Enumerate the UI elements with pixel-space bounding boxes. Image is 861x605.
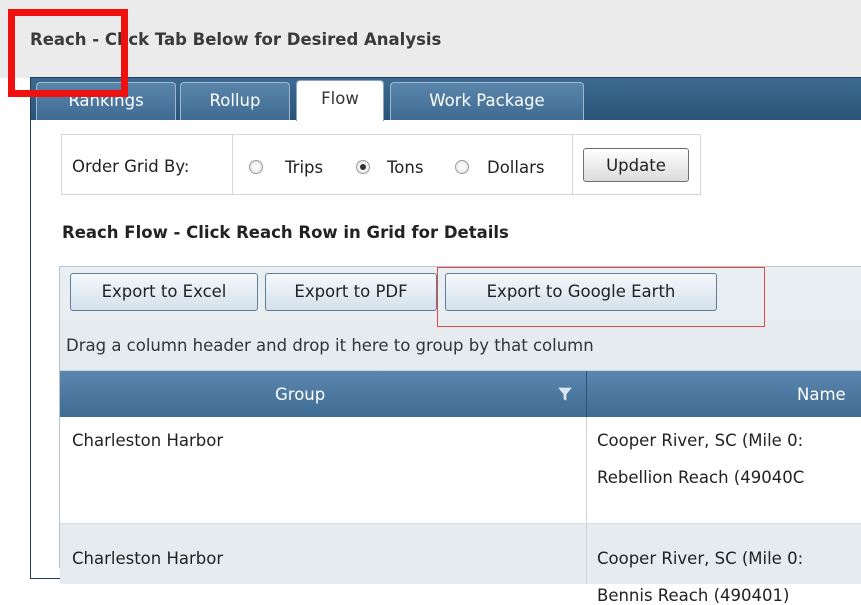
grid-header-row: [60, 371, 861, 417]
order-divider: [232, 134, 233, 194]
export-excel-button[interactable]: Export to Excel: [70, 273, 258, 311]
update-button[interactable]: Update: [583, 148, 689, 182]
annotation-box-highlight: [437, 267, 765, 327]
tab-work-package[interactable]: Work Package: [390, 82, 584, 120]
export-pdf-button[interactable]: Export to PDF: [265, 273, 437, 311]
cell-name-line1: Cooper River, SC (Mile 0:: [597, 431, 804, 450]
column-separator[interactable]: [586, 371, 587, 417]
table-row[interactable]: Charleston Harbor Cooper River, SC (Mile…: [60, 417, 861, 523]
cell-name-line1: Cooper River, SC (Mile 0:: [597, 549, 804, 568]
row-separator: [586, 417, 587, 523]
tab-flow[interactable]: Flow: [296, 80, 384, 121]
cell-group: Charleston Harbor: [72, 431, 224, 450]
radio-dollars[interactable]: [455, 160, 469, 174]
group-drop-hint: Drag a column header and drop it here to…: [66, 336, 594, 355]
annotation-box-red: [8, 9, 128, 97]
tab-rollup[interactable]: Rollup: [180, 82, 290, 120]
radio-trips-label[interactable]: Trips: [285, 158, 323, 177]
radio-trips[interactable]: [249, 160, 263, 174]
cell-group: Charleston Harbor: [72, 549, 224, 568]
cell-name-line2: Bennis Reach (490401): [597, 586, 790, 605]
section-heading: Reach Flow - Click Reach Row in Grid for…: [62, 223, 509, 242]
table-row[interactable]: Charleston Harbor Cooper River, SC (Mile…: [60, 523, 861, 605]
radio-dollars-label[interactable]: Dollars: [487, 158, 544, 177]
filter-icon[interactable]: [558, 387, 572, 401]
order-grid-label: Order Grid By:: [72, 157, 190, 176]
radio-tons-label[interactable]: Tons: [387, 158, 423, 177]
column-header-group[interactable]: Group: [275, 385, 325, 404]
radio-tons[interactable]: [356, 160, 370, 174]
cell-name-line2: Rebellion Reach (49040C: [597, 468, 805, 487]
column-header-name[interactable]: Name: [797, 385, 846, 404]
row-separator: [586, 524, 587, 584]
